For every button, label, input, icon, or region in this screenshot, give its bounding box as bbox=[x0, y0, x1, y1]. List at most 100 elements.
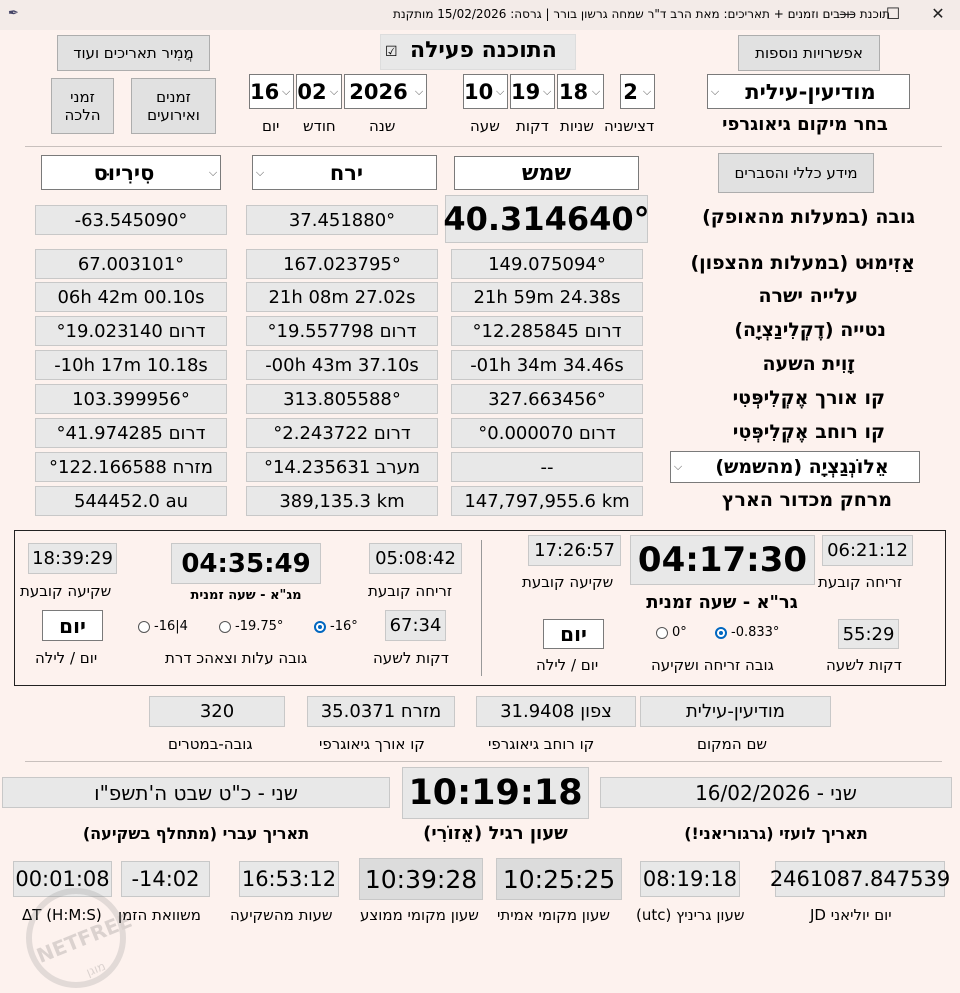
mean-local-clock-label: שעון מקומי ממוצע bbox=[360, 906, 479, 924]
month-select[interactable]: 02 ⌵ bbox=[296, 74, 342, 109]
chevron-down-icon: ⌵ bbox=[710, 84, 720, 98]
row-label-ra: עלייה ישרה bbox=[758, 285, 859, 307]
moon-azimuth: 167.023795° bbox=[246, 249, 438, 279]
radio-icon bbox=[656, 626, 668, 639]
star-altitude: -63.545090° bbox=[35, 205, 227, 235]
star-dec: דרום °19.023140 bbox=[35, 316, 227, 346]
mga-radio-16-4[interactable]: -16|4 bbox=[138, 619, 188, 634]
place-lat-label: קו רוחב גיאוגרפי bbox=[488, 735, 595, 753]
mga-minutes: 67:34 bbox=[385, 610, 446, 641]
minutes-label: דקות bbox=[516, 117, 549, 135]
row-label-altitude: גובה (במעלות מהאופק) bbox=[702, 206, 915, 228]
mga-minutes-label: דקות לשעה bbox=[373, 649, 449, 667]
location-label: בחר מיקום גיאוגרפי bbox=[722, 114, 888, 135]
gra-radio-0833[interactable]: -0.833° bbox=[715, 625, 779, 640]
moon-elongation: מערב °14.235631 bbox=[246, 452, 438, 482]
info-button[interactable]: מידע כללי והסברים bbox=[718, 153, 874, 193]
events-button[interactable]: זמנים ואירועים bbox=[131, 78, 216, 134]
mga-daynight-label: יום / לילה bbox=[35, 649, 98, 667]
mga-sunrise: 05:08:42 bbox=[369, 543, 462, 574]
radio-selected-icon bbox=[314, 620, 326, 633]
moon-altitude: 37.451880° bbox=[246, 205, 438, 235]
moon-select[interactable]: ⌵ ירח bbox=[252, 155, 437, 190]
row-label-ecl-lat: קו רוחב אֶקְלִיפְּטִי bbox=[732, 421, 885, 443]
hebrew-date-label: תאריך עברי (מתחלף בשקיעה) bbox=[82, 824, 310, 843]
chevron-down-icon: ⌵ bbox=[414, 84, 424, 98]
centisec-label: דצישניה bbox=[604, 117, 655, 135]
active-label: התוכנה פעילה bbox=[410, 38, 557, 63]
divider bbox=[25, 761, 942, 762]
window-title: תוכנת כוכבים וזמנים + תאריכים: מאת הרב ד… bbox=[392, 7, 890, 21]
sun-hour-angle: -01h 34m 34.46s bbox=[451, 350, 643, 380]
utc-clock: 08:19:18 bbox=[640, 861, 740, 897]
chevron-down-icon: ⌵ bbox=[642, 84, 652, 98]
row-label-distance: מרחק מכדור הארץ bbox=[722, 489, 892, 511]
gra-daynight: יום bbox=[543, 619, 604, 649]
seconds-label: שניות bbox=[560, 117, 594, 135]
minutes-select[interactable]: 19 ⌵ bbox=[510, 74, 555, 109]
minimize-button[interactable]: — bbox=[832, 4, 862, 23]
chevron-down-icon: ⌵ bbox=[281, 84, 291, 98]
star-select[interactable]: סִירִיוּס ⌵ bbox=[41, 155, 221, 190]
moon-distance: 389,135.3 km bbox=[246, 486, 438, 516]
sun-ecl-lon: 327.663456° bbox=[451, 384, 643, 414]
elongation-select[interactable]: ⌵ אֵלוֹנְגַצְיָה (מהשמש) bbox=[670, 451, 920, 483]
star-ra: 06h 42m 00.10s bbox=[35, 282, 227, 312]
gra-sunrise-label: זריחה קובעת bbox=[818, 573, 903, 591]
place-lat: צפון 31.9408 bbox=[476, 696, 636, 727]
hour-select[interactable]: 10 ⌵ bbox=[463, 74, 508, 109]
frame-divider bbox=[481, 540, 482, 676]
more-options-button[interactable]: אפשרויות נוספות bbox=[738, 35, 880, 71]
mga-radio-1975[interactable]: -19.75° bbox=[219, 619, 283, 634]
gra-sunset-label: שקיעה קובעת bbox=[522, 573, 614, 591]
chevron-down-icon: ⌵ bbox=[591, 84, 601, 98]
hour-label: שעה bbox=[470, 117, 500, 135]
seconds-select[interactable]: 18 ⌵ bbox=[557, 74, 604, 109]
star-elongation: מזרח °122.166588 bbox=[35, 452, 227, 482]
gra-minutes: 55:29 bbox=[838, 619, 899, 649]
chevron-down-icon: ⌵ bbox=[495, 84, 505, 98]
place-name-label: שם המקום bbox=[697, 735, 768, 753]
true-local-clock: 10:25:25 bbox=[496, 858, 622, 900]
sun-dec: דרום °12.285845 bbox=[451, 316, 643, 346]
day-label: יום bbox=[262, 117, 280, 135]
gregorian-date: שני - 16/02/2026 bbox=[600, 777, 952, 808]
row-label-azimuth: אַזִימוּט (במעלות מהצפון) bbox=[690, 252, 915, 274]
radio-selected-icon bbox=[715, 626, 727, 639]
hours-from-sunset-label: שעות מהשקיעה bbox=[230, 906, 333, 924]
chevron-down-icon: ⌵ bbox=[329, 84, 339, 98]
moon-hour-angle: -00h 43m 37.10s bbox=[246, 350, 438, 380]
moon-dec: דרום °19.557798 bbox=[246, 316, 438, 346]
active-checkbox[interactable]: ☑ bbox=[385, 44, 398, 60]
date-converter-button[interactable]: מֲמִיר תאריכים ועוד bbox=[57, 35, 210, 71]
star-azimuth: 67.003101° bbox=[35, 249, 227, 279]
location-select[interactable]: ⌵ מודיעין-עילית bbox=[707, 74, 910, 109]
maximize-button[interactable]: ☐ bbox=[878, 4, 908, 23]
star-hour-angle: -10h 17m 10.18s bbox=[35, 350, 227, 380]
radio-icon bbox=[219, 620, 231, 633]
gra-sunrise: 06:21:12 bbox=[822, 535, 913, 566]
julian-day: 2461087.847539 bbox=[770, 861, 950, 897]
chevron-down-icon: ⌵ bbox=[208, 165, 218, 179]
day-select[interactable]: 16 ⌵ bbox=[249, 74, 294, 109]
gra-daynight-label: יום / לילה bbox=[536, 656, 599, 674]
gra-radio-label: גובה זריחה ושקיעה bbox=[651, 656, 774, 674]
year-select[interactable]: 2026 ⌵ bbox=[344, 74, 427, 109]
mga-radio-16[interactable]: -16° bbox=[314, 619, 358, 634]
gra-radio-0[interactable]: 0° bbox=[656, 625, 687, 640]
row-label-dec: נטייה (דֶקְלִינַצְיָה) bbox=[734, 319, 886, 341]
gregorian-date-label: תאריך לועזי (גרגוריאני!) bbox=[684, 824, 868, 843]
mga-hour: 04:35:49 bbox=[171, 543, 321, 584]
halacha-times-button[interactable]: זמני הלכה bbox=[51, 78, 114, 134]
close-button[interactable]: ✕ bbox=[923, 4, 953, 23]
hours-from-sunset: 16:53:12 bbox=[239, 861, 339, 897]
place-alt: 320 bbox=[149, 696, 285, 727]
sun-ecl-lat: דרום °0.000070 bbox=[451, 418, 643, 448]
sun-ra: 21h 59m 24.38s bbox=[451, 282, 643, 312]
hebrew-date: שני - כ"ט שבט ה'תשפ"ו bbox=[2, 777, 390, 808]
mga-daynight: יום bbox=[42, 610, 103, 641]
mga-sunrise-label: זריחה קובעת bbox=[368, 582, 453, 600]
row-label-ecl-lon: קו אורך אֶקְלִיפְּטִי bbox=[732, 387, 885, 409]
centisec-select[interactable]: 2 ⌵ bbox=[620, 74, 655, 109]
chevron-down-icon: ⌵ bbox=[542, 84, 552, 98]
